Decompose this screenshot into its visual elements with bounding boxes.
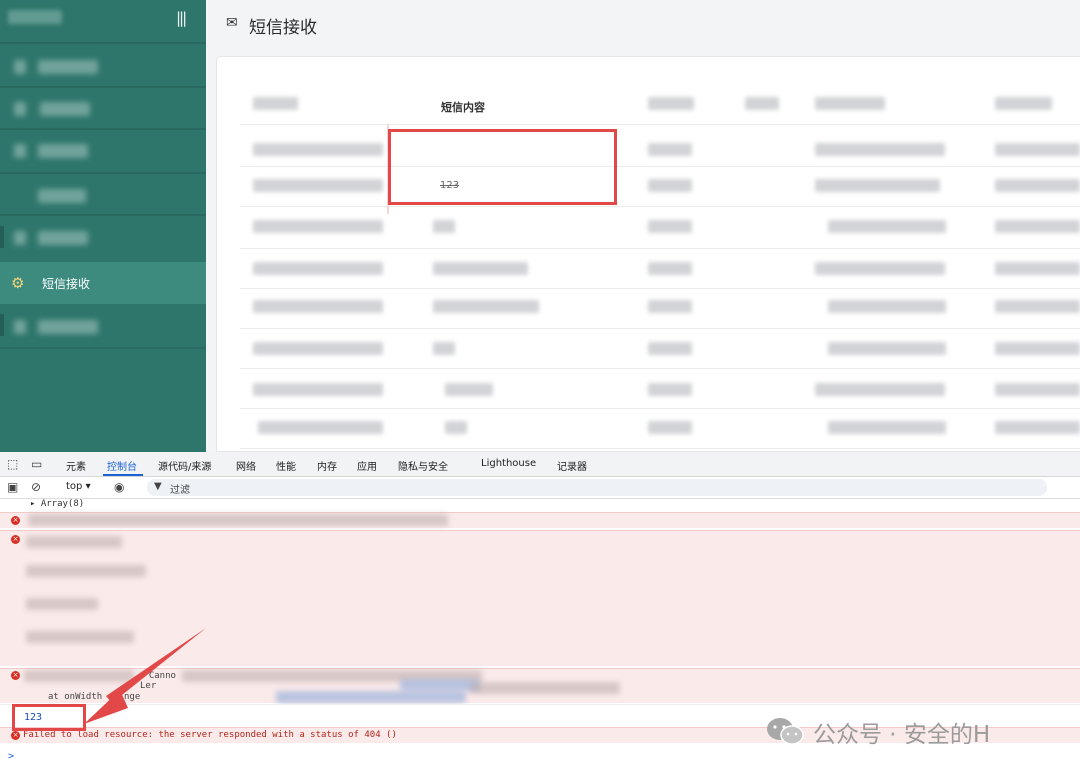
annotation-arrow [84, 628, 206, 724]
app-window: ||| ⚙ 短信接收 ✉ 短信接收 短信内容 123 ⬚ ▭ 元素 控制台 源代… [0, 0, 1080, 773]
arrow-head [84, 690, 128, 724]
arrow-shaft [106, 628, 206, 703]
wechat-logo-icon [767, 718, 804, 745]
watermark-text: 公众号 · 安全的H [813, 722, 991, 748]
watermark: 公众号 · 安全的H [765, 712, 1055, 752]
